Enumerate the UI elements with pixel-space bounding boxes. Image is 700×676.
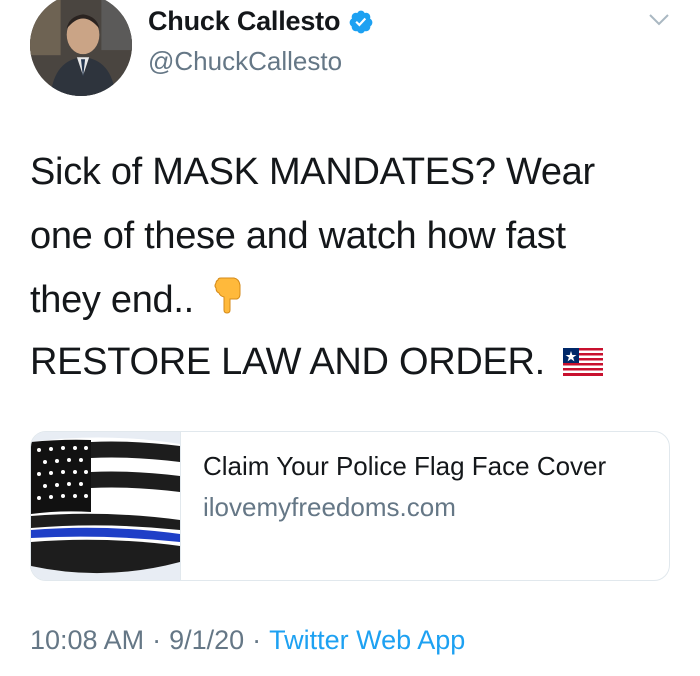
- tweet-time[interactable]: 10:08 AM: [30, 625, 144, 655]
- author-name[interactable]: Chuck Callesto: [148, 6, 340, 37]
- tweet-source-app[interactable]: Twitter Web App: [269, 625, 465, 655]
- pointing-down-emoji-icon: [212, 270, 244, 334]
- tweet-meta: 10:08 AM · 9/1/20 · Twitter Web App: [30, 625, 465, 656]
- meta-separator: ·: [252, 625, 262, 655]
- tweet-line-2: one of these and watch how fast: [30, 215, 566, 257]
- tweet-line-3: they end..: [30, 268, 670, 334]
- tweet-date[interactable]: 9/1/20: [169, 625, 244, 655]
- verified-badge-icon: [348, 9, 374, 35]
- author-handle[interactable]: @ChuckCallesto: [148, 46, 342, 77]
- tweet-line-4: RESTORE LAW AND ORDER.: [30, 330, 603, 396]
- avatar[interactable]: [30, 0, 132, 96]
- card-title: Claim Your Police Flag Face Cover: [203, 451, 607, 481]
- chevron-down-icon[interactable]: [648, 12, 670, 28]
- flag-mask-image: [31, 432, 180, 580]
- avatar-image: [30, 0, 132, 96]
- author-name-row: Chuck Callesto: [148, 6, 374, 37]
- liberia-flag-icon: [562, 332, 603, 396]
- tweet-line-1: Sick of MASK MANDATES? Wear: [30, 151, 595, 193]
- card-thumbnail: [31, 432, 181, 580]
- card-domain: ilovemyfreedoms.com: [203, 492, 456, 522]
- tweet-header: Chuck Callesto @ChuckCallesto: [30, 0, 700, 100]
- meta-separator: ·: [152, 625, 162, 655]
- tweet-line-3-text: they end..: [30, 279, 194, 321]
- tweet-text: Sick of MASK MANDATES? Wear one of these…: [30, 140, 670, 334]
- card-body: Claim Your Police Flag Face Cover ilovem…: [181, 432, 613, 580]
- link-card[interactable]: Claim Your Police Flag Face Cover ilovem…: [30, 431, 670, 581]
- tweet-line-4-text: RESTORE LAW AND ORDER.: [30, 341, 545, 383]
